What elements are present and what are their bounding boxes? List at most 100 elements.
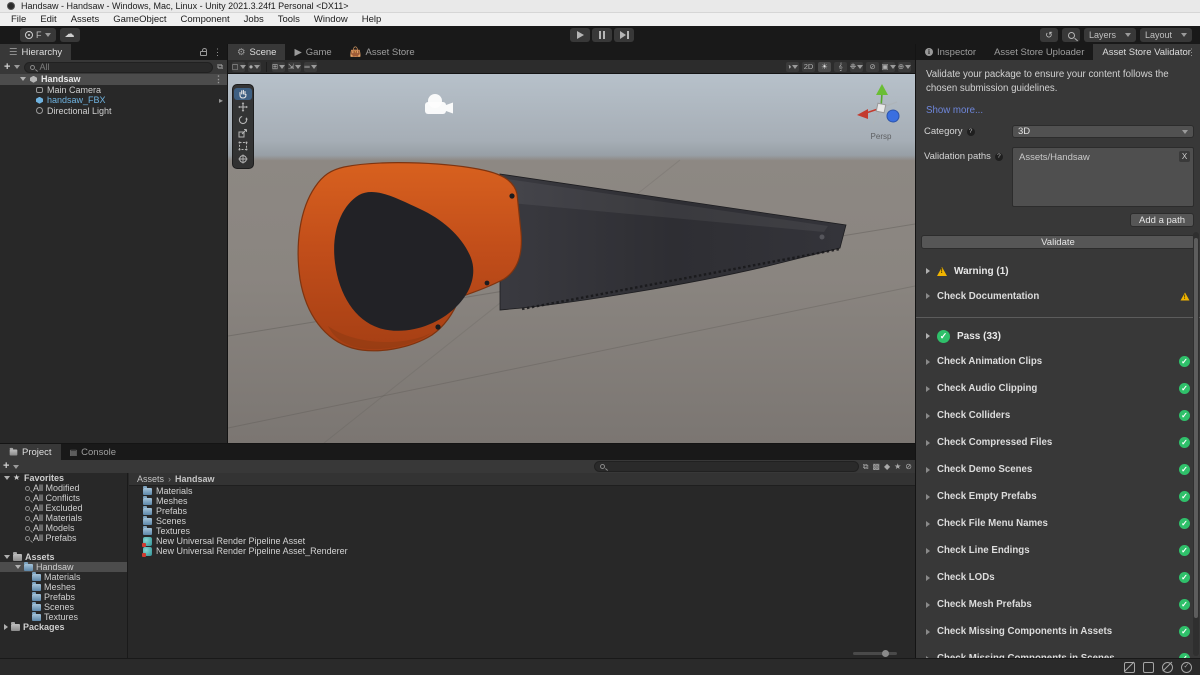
add-path-button[interactable]: Add a path	[1130, 213, 1194, 228]
layout-dropdown[interactable]: Layout	[1140, 28, 1192, 42]
pass-check-row[interactable]: Check Empty Prefabs	[916, 483, 1200, 510]
play-button[interactable]	[570, 28, 590, 42]
show-more-link[interactable]: Show more...	[916, 96, 1200, 116]
lighting-toggle[interactable]: ☀	[818, 61, 831, 72]
tab-game[interactable]: ▶ Game	[285, 44, 340, 60]
menu-item[interactable]: Jobs	[237, 14, 271, 25]
project-file-row[interactable]: New Universal Render Pipeline Asset_Rend…	[129, 546, 915, 557]
favorite-search-row[interactable]: All Conflicts	[0, 493, 127, 503]
favorite-search-row[interactable]: All Models	[0, 523, 127, 533]
pass-check-row[interactable]: Check LODs	[916, 564, 1200, 591]
gizmos-dropdown[interactable]: ⊕	[898, 61, 912, 72]
expand-arrow-icon[interactable]	[20, 77, 26, 82]
project-file-row[interactable]: Prefabs	[129, 505, 915, 516]
validator-scrollbar[interactable]	[1193, 232, 1199, 656]
scene-viewport[interactable]: Persp	[228, 74, 915, 443]
search-by-label-icon[interactable]: ◆	[884, 462, 890, 471]
scene-visibility-toggle[interactable]: ⊘	[866, 61, 879, 72]
pass-check-row[interactable]: Check Colliders	[916, 402, 1200, 429]
pass-check-row[interactable]: Check Audio Clipping	[916, 375, 1200, 402]
validation-paths-box[interactable]: Assets/Handsaw X	[1012, 147, 1194, 208]
project-file-row[interactable]: Textures	[129, 525, 915, 536]
camera-settings-dropdown[interactable]: ▣	[881, 61, 896, 72]
tab-asset-store-uploader[interactable]: Asset Store Uploader	[985, 44, 1093, 60]
breadcrumb-current[interactable]: Handsaw	[175, 474, 215, 484]
menu-item[interactable]: Help	[355, 14, 389, 25]
hidden-packages-icon[interactable]: ⊘	[905, 462, 912, 471]
menu-item[interactable]: Edit	[33, 14, 63, 25]
move-tool-button[interactable]	[234, 101, 252, 113]
rect-tool-button[interactable]	[234, 140, 252, 152]
project-file-row[interactable]: New Universal Render Pipeline Asset	[129, 536, 915, 547]
assets-root-row[interactable]: Assets	[0, 551, 127, 562]
pass-check-row[interactable]: Check Mesh Prefabs	[916, 591, 1200, 618]
pass-check-row[interactable]: Check Line Endings	[916, 537, 1200, 564]
pass-check-row[interactable]: Check Animation Clips	[916, 348, 1200, 375]
step-button[interactable]	[614, 28, 634, 42]
tab-asset-store-validator[interactable]: Asset Store Validator	[1093, 44, 1200, 60]
panel-menu-icon[interactable]: ⋮	[1187, 47, 1196, 58]
search-by-type-icon[interactable]: ⧉	[863, 462, 869, 472]
notifications-muted-icon[interactable]	[1124, 661, 1135, 673]
category-dropdown[interactable]: 3D	[1012, 125, 1194, 139]
search-by-import-icon[interactable]: ▩	[872, 462, 880, 471]
pass-check-row[interactable]: Check Compressed Files	[916, 429, 1200, 456]
hierarchy-search-input[interactable]: All	[24, 61, 214, 73]
pass-check-row[interactable]: Check Missing Components in Assets	[916, 618, 1200, 645]
search-filter-icon[interactable]: ⧉	[217, 62, 223, 72]
prefab-open-chevron-icon[interactable]: ▸	[219, 96, 223, 105]
panel-menu-icon[interactable]: ⋮	[213, 47, 222, 58]
hierarchy-item-row[interactable]: Main Camera ▸	[0, 85, 227, 96]
icon-size-slider[interactable]	[853, 650, 897, 657]
remove-path-button[interactable]: X	[1179, 151, 1190, 163]
subfolder-row[interactable]: Textures	[0, 611, 127, 622]
warning-section-header[interactable]: Warning (1)	[916, 259, 1200, 283]
favorite-search-row[interactable]: All Modified	[0, 483, 127, 493]
menu-item[interactable]: Tools	[271, 14, 307, 25]
menu-item[interactable]: Window	[307, 14, 355, 25]
draw-mode-dropdown[interactable]: ▢	[231, 61, 246, 72]
background-tasks-icon[interactable]	[1181, 661, 1192, 673]
tab-asset-store[interactable]: 👜 Asset Store	[341, 44, 424, 60]
scrollbar-thumb[interactable]	[1194, 238, 1198, 618]
2d-toggle[interactable]: 2D	[802, 61, 815, 72]
pass-check-row[interactable]: Check File Menu Names	[916, 510, 1200, 537]
menu-item[interactable]: GameObject	[106, 14, 173, 25]
tab-scene[interactable]: ⚙ Scene	[228, 44, 286, 60]
move-snap-dropdown[interactable]: ⇲	[288, 61, 302, 72]
favorite-search-row[interactable]: All Materials	[0, 513, 127, 523]
warning-check-row[interactable]: Check Documentation	[916, 283, 1200, 309]
effects-dropdown[interactable]: ❉	[850, 61, 864, 72]
hand-tool-button[interactable]	[234, 88, 252, 100]
help-icon[interactable]: ?	[966, 127, 975, 136]
selected-folder-row[interactable]: Handsaw	[0, 561, 127, 572]
project-file-row[interactable]: Materials	[129, 485, 915, 496]
pause-button[interactable]	[592, 28, 612, 42]
undo-history-button[interactable]: ↺	[1040, 28, 1058, 42]
project-file-row[interactable]: Scenes	[129, 515, 915, 526]
search-button[interactable]	[1062, 28, 1080, 42]
pass-section-header[interactable]: Pass (33)	[916, 324, 1200, 348]
measure-dropdown[interactable]: ═	[304, 61, 317, 72]
transform-tool-button[interactable]	[234, 153, 252, 165]
packages-root-row[interactable]: Packages	[0, 621, 127, 632]
scale-tool-button[interactable]	[234, 127, 252, 139]
cloud-services-button[interactable]: ☁	[59, 28, 80, 42]
tab-inspector[interactable]: i Inspector	[916, 44, 985, 60]
project-file-row[interactable]: Meshes	[129, 495, 915, 506]
favorites-root-row[interactable]: ★ Favorites	[0, 473, 127, 483]
collab-disabled-icon[interactable]	[1162, 661, 1173, 673]
help-icon[interactable]: ?	[994, 152, 1003, 161]
tab-console[interactable]: ▤ Console	[61, 444, 125, 460]
shading-mode-dropdown[interactable]: ●	[248, 61, 261, 72]
subfolder-row[interactable]: Prefabs	[0, 591, 127, 602]
subfolder-row[interactable]: Materials	[0, 571, 127, 582]
hierarchy-item-row[interactable]: Directional Light ▸	[0, 106, 227, 117]
menu-item[interactable]: File	[4, 14, 33, 25]
projection-mode-label[interactable]: Persp	[853, 132, 909, 141]
favorite-search-row[interactable]: All Excluded	[0, 503, 127, 513]
layers-dropdown[interactable]: Layers	[1084, 28, 1136, 42]
menu-item[interactable]: Component	[174, 14, 237, 25]
add-gameobject-button[interactable]: +	[4, 61, 10, 73]
audio-toggle[interactable]: 𝄞	[834, 61, 847, 72]
